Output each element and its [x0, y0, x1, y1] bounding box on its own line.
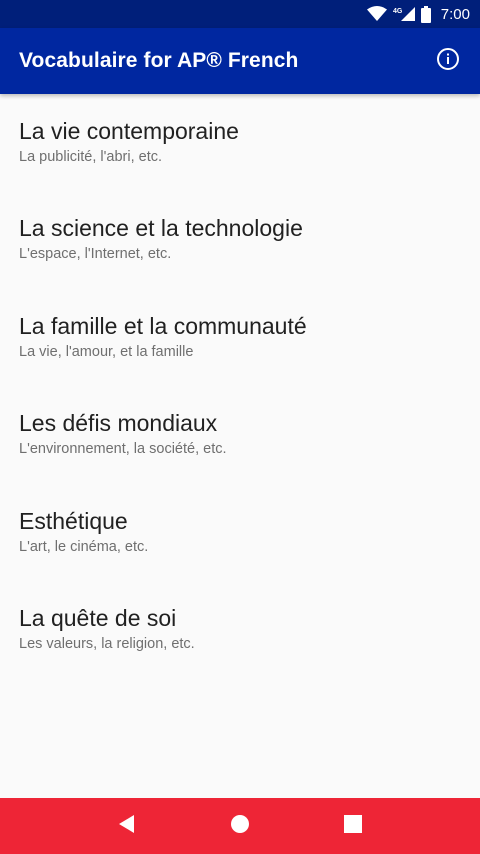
app-bar: Vocabulaire for AP® French: [0, 28, 480, 94]
battery-icon: [420, 5, 431, 23]
wifi-icon: [366, 6, 387, 22]
topic-title: La science et la technologie: [19, 215, 303, 242]
topic-item-famille-communaute[interactable]: La famille et la communauté La vie, l'am…: [0, 289, 480, 386]
info-button[interactable]: [430, 43, 466, 79]
topic-title: La vie contemporaine: [19, 118, 239, 144]
back-button[interactable]: [103, 802, 151, 850]
topic-list: La vie contemporaine La publicité, l'abr…: [0, 94, 480, 678]
topic-item-quete-de-soi[interactable]: La quête de soi Les valeurs, la religion…: [0, 581, 480, 678]
info-icon: [436, 47, 460, 76]
status-time: 7:00: [440, 5, 470, 23]
home-icon: [230, 814, 250, 839]
topic-item-defis-mondiaux[interactable]: Les défis mondiaux L'environnement, la s…: [0, 386, 480, 483]
topic-subtitle: La vie, l'amour, et la famille: [19, 343, 194, 360]
topic-title: Esthétique: [19, 507, 128, 534]
topic-item-esthetique[interactable]: Esthétique L'art, le cinéma, etc.: [0, 484, 480, 581]
topic-subtitle: L'environnement, la société, etc.: [19, 441, 227, 458]
topic-item-science-technologie[interactable]: La science et la technologie L'espace, l…: [0, 191, 480, 288]
topic-title: La famille et la communauté: [19, 312, 307, 339]
topic-title: La quête de soi: [19, 604, 177, 631]
home-button[interactable]: [216, 802, 264, 850]
topic-subtitle: L'espace, l'Internet, etc.: [19, 246, 172, 263]
topic-subtitle: L'art, le cinéma, etc.: [19, 538, 149, 555]
back-icon: [117, 814, 137, 839]
topic-subtitle: La publicité, l'abri, etc.: [19, 149, 163, 165]
topic-title: Les défis mondiaux: [19, 410, 218, 437]
app-title: Vocabulaire for AP® French: [19, 49, 299, 72]
topic-item-vie-contemporaine[interactable]: La vie contemporaine La publicité, l'abr…: [0, 94, 480, 191]
recents-button[interactable]: [329, 802, 377, 850]
status-bar: 4G 7:00: [0, 0, 480, 28]
cell-signal-icon: 4G: [393, 6, 415, 22]
system-nav-bar: [0, 798, 480, 854]
network-type-label: 4G: [393, 8, 403, 15]
topic-subtitle: Les valeurs, la religion, etc.: [19, 635, 195, 652]
recents-icon: [344, 814, 363, 838]
